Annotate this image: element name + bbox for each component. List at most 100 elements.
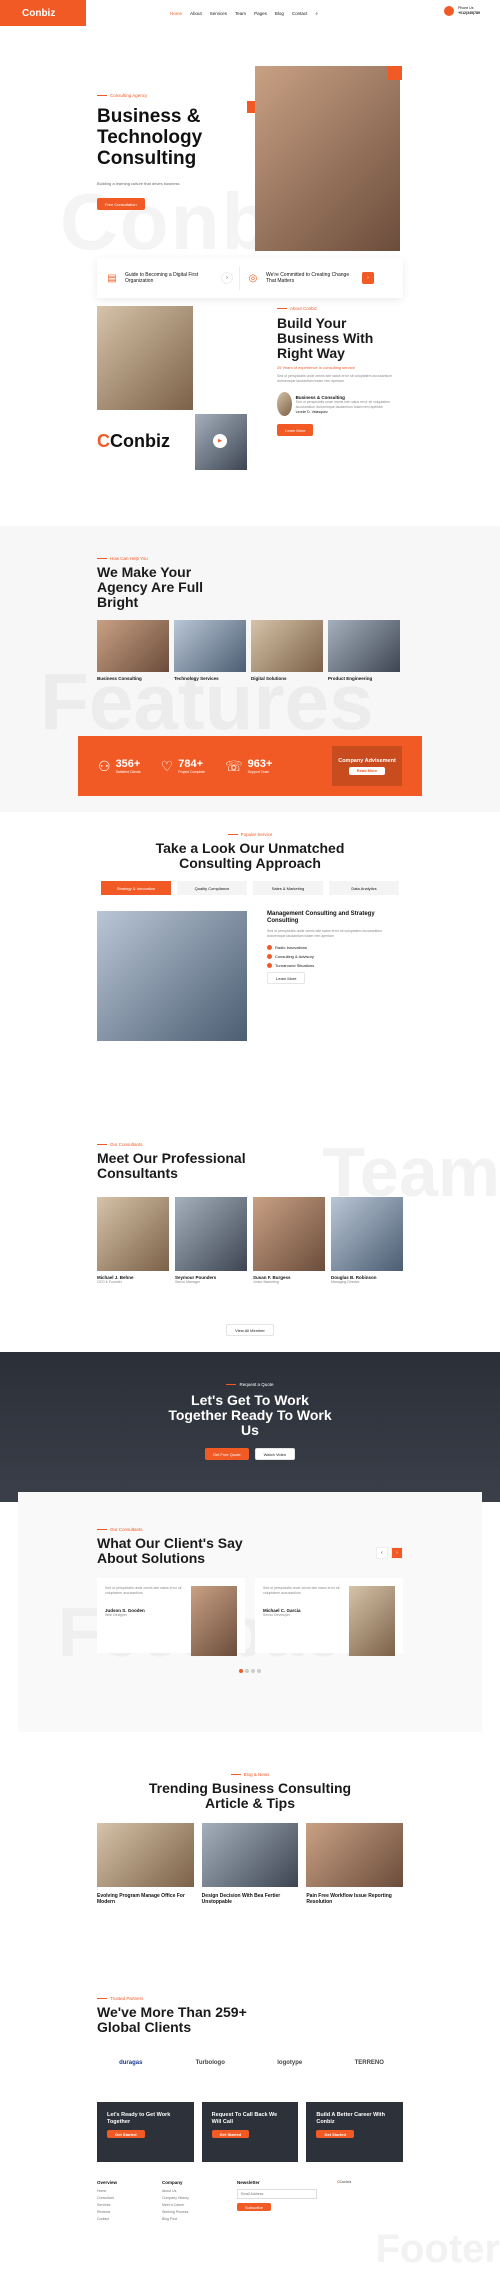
- footer-col-newsletter: Newsletter Subscribe: [237, 2180, 327, 2248]
- arrow-right-icon[interactable]: ›: [391, 1547, 403, 1559]
- testimonial-photo: [349, 1586, 395, 1656]
- arrow-right-icon[interactable]: ›: [221, 272, 233, 284]
- service-card[interactable]: Product Engineering: [328, 620, 400, 681]
- footer-link[interactable]: Blog Post: [162, 2217, 227, 2221]
- hero-image: [255, 66, 400, 251]
- avatar: [277, 392, 292, 416]
- service-card[interactable]: Technology Services: [174, 620, 246, 681]
- arrow-right-icon[interactable]: ›: [362, 272, 374, 284]
- footer-link[interactable]: Home: [97, 2189, 152, 2193]
- logo[interactable]: Conbiz: [0, 0, 86, 26]
- approach-list: Radio Innovations Consulting & Advisory …: [267, 945, 397, 968]
- hero-eyebrow: Consulting Agency: [97, 93, 147, 98]
- footer-link[interactable]: Contact: [97, 2217, 152, 2221]
- nav-home[interactable]: Home: [170, 11, 182, 16]
- blog-title: Trending Business Consulting Article & T…: [148, 1780, 352, 1811]
- tab-data[interactable]: Data Analytics: [329, 881, 399, 895]
- footer-link[interactable]: Reviews: [97, 2210, 152, 2214]
- footer-col-brand: CConbiz: [337, 2180, 351, 2248]
- arrow-left-icon[interactable]: ‹: [376, 1547, 388, 1559]
- footer-link[interactable]: Working Process: [162, 2210, 227, 2214]
- service-card[interactable]: Business Consulting: [97, 620, 169, 681]
- about-title: Build Your Business With Right Way: [277, 315, 374, 361]
- clients-icon: ⚇: [98, 757, 111, 774]
- testimonial-card: Sed ut perspiciatis unde omnis iste natu…: [97, 1578, 245, 1656]
- service-image: [97, 620, 169, 672]
- hero: Conbiz Consulting Agency Business & Tech…: [0, 26, 500, 266]
- nav-contact[interactable]: Contact: [292, 11, 308, 16]
- handshake-icon: ♡: [160, 757, 174, 774]
- footer-link[interactable]: Meet a Career: [162, 2203, 227, 2207]
- footer-link[interactable]: Consultant: [97, 2196, 152, 2200]
- member-card[interactable]: Susan F. Burgess Junior Marketing: [253, 1197, 325, 1284]
- blog-card[interactable]: Design Decision With Bea Fertier Unstopp…: [201, 1823, 299, 1905]
- nav-blog[interactable]: Blog: [275, 11, 284, 16]
- approach-title: Take a Look Our Unmatched Consulting App…: [155, 840, 345, 871]
- brand-logos: duragas Turbologo logotype TERRENO: [97, 2055, 403, 2071]
- learn-more-button[interactable]: Learn More: [277, 424, 314, 436]
- service-card[interactable]: Digital Solutions: [251, 620, 323, 681]
- stat: ⚇ 356+ Satisfied Clients: [98, 757, 141, 775]
- services-grid: Business Consulting Technology Services …: [97, 620, 403, 681]
- tab-strategy[interactable]: Strategy & Innovation: [101, 881, 171, 895]
- blog-eyebrow: Blog & News: [97, 1772, 403, 1777]
- nav-about[interactable]: About: [190, 11, 202, 16]
- brand-logo: logotype: [277, 2060, 303, 2066]
- service-image: [251, 620, 323, 672]
- clients-title: We've More Than 259+ Global Clients: [97, 2004, 247, 2035]
- nav-pages[interactable]: Pages: [254, 11, 267, 16]
- get-started-button[interactable]: Get Started: [316, 2130, 354, 2138]
- free-quote-button[interactable]: Get Free Quote: [204, 1448, 249, 1460]
- get-started-button[interactable]: Get Started: [211, 2130, 250, 2138]
- advisement-box: Company Advisement Read More: [332, 746, 402, 786]
- nav-services[interactable]: Services: [210, 11, 227, 16]
- free-consultation-button[interactable]: Free Consultation: [97, 198, 145, 210]
- email-input[interactable]: [237, 2189, 317, 2199]
- learn-more-button[interactable]: Learn More: [267, 972, 306, 984]
- get-started-button[interactable]: Get Started: [107, 2130, 145, 2138]
- play-icon[interactable]: ▶: [213, 434, 227, 448]
- stat: ☏ 963+ Support Team: [225, 757, 273, 775]
- view-all-members-button[interactable]: View All Member: [226, 1324, 274, 1336]
- brand-logo: duragas: [119, 2060, 143, 2066]
- service-label: Digital Solutions: [251, 676, 287, 681]
- testimonial-card: Sed ut perspiciatis unde omnis iste natu…: [255, 1578, 403, 1656]
- phone-icon: [444, 6, 455, 16]
- phone-number: +012(345)789: [458, 11, 480, 15]
- approach-body: Management Consulting and Strategy Consu…: [97, 911, 403, 1041]
- about-text: About Conbiz Build Your Business With Ri…: [277, 306, 407, 436]
- blog-card[interactable]: Evolving Program Manage Office For Moder…: [97, 1823, 194, 1905]
- service-label: Technology Services: [174, 676, 219, 681]
- member-card[interactable]: Michael J. Behne CEO & Founder: [97, 1197, 169, 1284]
- tab-quality[interactable]: Quality Compliance: [177, 881, 247, 895]
- about-logo: CConbiz: [97, 431, 170, 451]
- approach-tabs: Strategy & Innovation Quality Compliance…: [97, 881, 403, 895]
- read-more-button[interactable]: Read More: [348, 766, 386, 775]
- subscribe-button[interactable]: Subscribe: [237, 2203, 271, 2211]
- hero-title: Business & Technology Consulting: [97, 106, 203, 169]
- quote-title: Let's Get To Work Together Ready To Work…: [168, 1392, 332, 1438]
- member-card[interactable]: Seymour Pounders Senior Manager: [175, 1197, 247, 1284]
- divider: [239, 266, 240, 290]
- hero-subtitle: Building a learning culture that drives …: [97, 181, 180, 186]
- blog-card[interactable]: Pain Free Workflow Issue Reporting Resol…: [306, 1823, 404, 1905]
- phone-block[interactable]: Phone Us +012(345)789: [444, 6, 480, 16]
- search-icon[interactable]: ⌕: [315, 11, 318, 16]
- footer-link[interactable]: About Us: [162, 2189, 227, 2193]
- member-photo: [253, 1197, 325, 1271]
- member-photo: [97, 1197, 169, 1271]
- footer-link[interactable]: Services: [97, 2203, 152, 2207]
- tab-sales[interactable]: Sales & Marketing: [253, 881, 323, 895]
- services-eyebrow: How Can Help You: [97, 556, 403, 561]
- service-image: [328, 620, 400, 672]
- footer-col-company: Company About Us Company History Meet a …: [162, 2180, 227, 2248]
- cta-card: Build A Better Career With Conbiz Get Sta…: [306, 2102, 404, 2162]
- nav-team[interactable]: Team: [235, 11, 246, 16]
- watch-video-button[interactable]: Watch Video: [254, 1448, 296, 1460]
- feature-title: We're Committed to Creating Change That …: [266, 272, 350, 284]
- approach-heading: Management Consulting and Strategy Consu…: [267, 911, 375, 924]
- cta-card: Let's Ready to Get Work Together Get Star…: [97, 2102, 194, 2162]
- testimonials-section: Feedback Our Consultants What Our Client…: [18, 1492, 482, 1732]
- footer-link[interactable]: Company History: [162, 2196, 227, 2200]
- approach-text: Sed ut perspiciatis unde omnis iste natu…: [267, 929, 383, 938]
